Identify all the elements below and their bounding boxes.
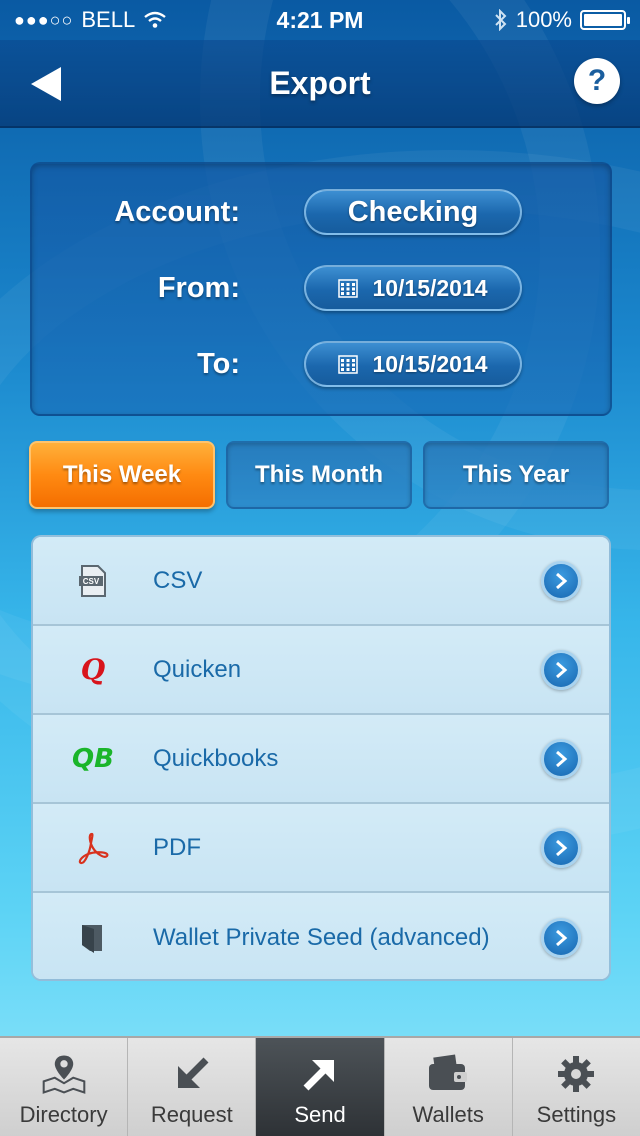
quicken-icon: Q	[73, 650, 113, 690]
chevron-right-icon	[541, 649, 581, 690]
chevron-right-icon	[541, 827, 581, 868]
battery-icon	[580, 10, 630, 30]
account-row: Account: Checking	[32, 188, 610, 236]
export-item-label: Quickbooks	[153, 744, 279, 772]
status-bar: ●●●○○ BELL 4:21 PM 100%	[0, 0, 640, 40]
help-button[interactable]: ?	[574, 58, 620, 104]
svg-text:CSV: CSV	[83, 577, 100, 586]
arrow-up-right-icon	[296, 1052, 344, 1096]
bottom-tab-bar: Directory Request Send Wallets Settings	[0, 1036, 640, 1136]
gear-icon	[552, 1052, 600, 1096]
from-label: From:	[157, 271, 240, 304]
export-item-quickbooks[interactable]: QB Quickbooks	[33, 715, 609, 804]
battery-percent: 100%	[515, 7, 572, 32]
status-left: ●●●○○ BELL	[14, 7, 234, 33]
export-item-wallet-seed[interactable]: Wallet Private Seed (advanced)	[33, 893, 609, 979]
tab-send[interactable]: Send	[256, 1038, 385, 1136]
calendar-icon	[338, 279, 359, 298]
export-item-label: PDF	[153, 833, 201, 861]
export-item-quicken[interactable]: Q Quicken	[33, 626, 609, 715]
period-this-year-button[interactable]: This Year	[423, 441, 609, 509]
tab-settings[interactable]: Settings	[513, 1038, 640, 1136]
tab-label: Send	[294, 1102, 346, 1127]
from-date-value: 10/15/2014	[372, 274, 488, 301]
tab-wallets[interactable]: Wallets	[385, 1038, 513, 1136]
status-time: 4:21 PM	[276, 6, 364, 33]
back-button[interactable]	[24, 62, 68, 106]
quicken-logo-text: Q	[80, 653, 106, 686]
export-item-csv[interactable]: CSV CSV	[33, 537, 609, 626]
tab-label: Settings	[536, 1102, 617, 1127]
arrow-down-left-icon	[168, 1052, 216, 1096]
wallet-seed-icon	[73, 918, 113, 958]
chevron-right-icon	[541, 738, 581, 779]
navigation-bar: Export ?	[0, 40, 640, 128]
calendar-icon	[338, 355, 359, 374]
export-item-pdf[interactable]: PDF	[33, 804, 609, 893]
quickbooks-logo-text: QB	[72, 743, 114, 774]
export-item-label: Quicken	[153, 655, 242, 683]
tab-directory[interactable]: Directory	[0, 1038, 129, 1136]
period-this-week-button[interactable]: This Week	[29, 441, 215, 509]
period-label: This Year	[462, 461, 570, 488]
bluetooth-icon	[495, 9, 507, 31]
back-arrow-icon	[31, 67, 61, 101]
tab-label: Directory	[19, 1102, 108, 1127]
help-icon: ?	[587, 64, 607, 97]
from-date-picker[interactable]: 10/15/2014	[304, 265, 522, 311]
wifi-icon	[144, 11, 166, 28]
chevron-right-icon	[541, 560, 581, 601]
tab-request[interactable]: Request	[128, 1038, 257, 1136]
tab-label: Request	[150, 1102, 233, 1127]
export-item-label: Wallet Private Seed (advanced)	[153, 923, 490, 951]
period-this-month-button[interactable]: This Month	[226, 441, 412, 509]
wallet-icon	[424, 1052, 472, 1096]
period-label: This Week	[62, 461, 182, 488]
to-date-picker[interactable]: 10/15/2014	[304, 341, 522, 387]
csv-file-icon: CSV	[73, 561, 113, 601]
account-selector-button[interactable]: Checking	[304, 189, 522, 235]
tab-label: Wallets	[412, 1102, 484, 1127]
carrier-name: BELL	[81, 7, 136, 32]
export-item-label: CSV	[153, 566, 203, 594]
quickbooks-icon: QB	[72, 739, 114, 779]
signal-strength-icon: ●●●○○	[14, 9, 74, 30]
export-format-list: CSV CSV Q Quicken QB Quickbooks PDF Wall…	[31, 535, 611, 981]
status-right: 100%	[406, 7, 630, 33]
period-label: This Month	[255, 461, 383, 488]
to-date-value: 10/15/2014	[372, 350, 488, 377]
export-settings-panel: Account: Checking From: 10/15/2014 To: 1…	[30, 162, 612, 416]
pdf-icon	[73, 828, 113, 868]
map-pin-icon	[40, 1052, 88, 1096]
page-title: Export	[269, 64, 371, 101]
chevron-right-icon	[541, 917, 581, 958]
to-date-row: To: 10/15/2014	[32, 340, 610, 388]
account-value: Checking	[347, 195, 479, 228]
to-label: To:	[197, 347, 240, 380]
from-date-row: From: 10/15/2014	[32, 264, 610, 312]
account-label: Account:	[114, 195, 240, 228]
